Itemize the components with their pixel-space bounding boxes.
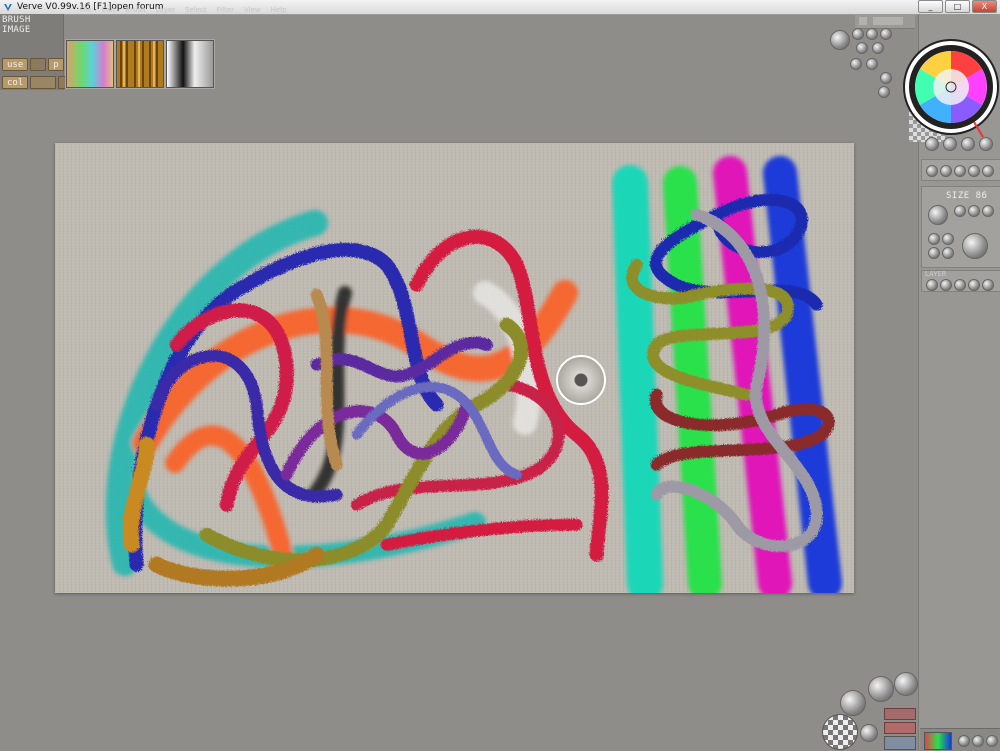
tool-tray-1 <box>921 159 1000 181</box>
brush-thumb-rainbow[interactable] <box>66 40 114 88</box>
zoom-knob-icon[interactable] <box>830 30 850 50</box>
size-knob-2-icon[interactable] <box>968 205 980 217</box>
menu-edit[interactable]: Edit <box>102 6 116 14</box>
gold-streaks-icon <box>117 41 163 87</box>
size-knob-1-icon[interactable] <box>954 205 966 217</box>
tool-small-4-icon[interactable] <box>856 42 868 54</box>
mini-preview[interactable] <box>924 732 952 750</box>
mini-knob-1-icon[interactable] <box>958 735 970 747</box>
navigator-tray <box>820 670 920 750</box>
p-button[interactable]: p <box>48 58 64 71</box>
size-knob-4-icon[interactable] <box>928 233 940 245</box>
nav-knob-1-icon[interactable] <box>840 690 866 716</box>
brush-thumb-bw[interactable] <box>166 40 214 88</box>
menu-help[interactable]: Help <box>271 6 287 14</box>
menu-filter[interactable]: Filter <box>217 6 234 14</box>
brush-image-tabs[interactable]: BRUSH IMAGE <box>0 14 63 36</box>
tool-knob-b-icon[interactable] <box>940 165 952 177</box>
menu-select[interactable]: Select <box>185 6 207 14</box>
layer-tray-title: LAYER <box>925 270 947 278</box>
tool-small-6-icon[interactable] <box>850 58 862 70</box>
app-icon <box>4 4 12 11</box>
black-white-gradient-icon <box>167 41 213 87</box>
col-button[interactable]: col <box>2 76 29 89</box>
maximize-button[interactable]: □ <box>945 0 970 13</box>
mini-knob-3-icon[interactable] <box>986 735 998 747</box>
menu-brush[interactable]: Brush <box>125 6 145 14</box>
size-label: SIZE 86 <box>946 191 988 201</box>
opacity-dial-icon[interactable] <box>962 233 988 259</box>
swatch-blue[interactable] <box>884 736 916 750</box>
knob-4-icon[interactable] <box>979 137 993 151</box>
menu-bar: File Edit Brush Layer Select Filter View… <box>80 6 287 14</box>
tool-knob-c-icon[interactable] <box>954 165 966 177</box>
tool-knob-e-icon[interactable] <box>982 165 994 177</box>
mini-navigator[interactable] <box>920 728 1000 751</box>
use-spacer <box>30 58 47 71</box>
layer-tray: LAYER <box>921 270 1000 292</box>
knob-3-icon[interactable] <box>961 137 975 151</box>
size-knob-3-icon[interactable] <box>982 205 994 217</box>
tool-small-8-icon[interactable] <box>880 72 892 84</box>
minimize-button[interactable]: _ <box>918 0 943 13</box>
painting <box>105 156 842 593</box>
tool-small-3-icon[interactable] <box>880 28 892 40</box>
tool-small-5-icon[interactable] <box>872 42 884 54</box>
size-knob-7-icon[interactable] <box>942 247 954 259</box>
tool-knob-a-icon[interactable] <box>926 165 938 177</box>
brush-panel: BRUSH IMAGE use p col <box>0 14 83 90</box>
top-right-strip <box>855 14 915 29</box>
layer-knob-5-icon[interactable] <box>982 279 994 291</box>
size-knob-6-icon[interactable] <box>928 247 940 259</box>
brush-thumb-gold[interactable] <box>116 40 164 88</box>
swatch-red-2[interactable] <box>884 722 916 734</box>
tool-small-2-icon[interactable] <box>866 28 878 40</box>
right-tool-panel: SIZE 86 LAYER <box>903 14 1000 750</box>
checker-sphere-icon[interactable] <box>822 714 858 750</box>
tool-small-1-icon[interactable] <box>852 28 864 40</box>
col-slot-1[interactable] <box>30 76 57 89</box>
color-wheel[interactable] <box>889 32 999 152</box>
close-button[interactable]: X <box>972 0 997 13</box>
window-controls: _ □ X <box>918 0 997 14</box>
use-button[interactable]: use <box>2 58 29 71</box>
tool-small-9-icon[interactable] <box>878 86 890 98</box>
menu-file[interactable]: File <box>80 6 92 14</box>
layer-knob-4-icon[interactable] <box>968 279 980 291</box>
drawing-canvas[interactable] <box>55 143 854 593</box>
knob-1-icon[interactable] <box>925 137 939 151</box>
layer-knob-2-icon[interactable] <box>940 279 952 291</box>
menu-view[interactable]: View <box>244 6 261 14</box>
nav-knob-3-icon[interactable] <box>894 672 918 696</box>
rainbow-texture-icon <box>67 41 113 87</box>
swatch-red-1[interactable] <box>884 708 916 720</box>
size-tray: SIZE 86 <box>921 186 1000 268</box>
brush-cursor-icon <box>556 355 606 405</box>
layer-knob-3-icon[interactable] <box>954 279 966 291</box>
tool-knob-d-icon[interactable] <box>968 165 980 177</box>
nav-knob-4-icon[interactable] <box>860 724 878 742</box>
layer-knob-1-icon[interactable] <box>926 279 938 291</box>
brush-use-row: use p <box>2 58 64 71</box>
menu-layer[interactable]: Layer <box>155 6 175 14</box>
size-knob-5-icon[interactable] <box>942 233 954 245</box>
size-dial-icon[interactable] <box>928 205 948 225</box>
mini-knob-2-icon[interactable] <box>972 735 984 747</box>
knob-2-icon[interactable] <box>943 137 957 151</box>
nav-knob-2-icon[interactable] <box>868 676 894 702</box>
tool-small-7-icon[interactable] <box>866 58 878 70</box>
